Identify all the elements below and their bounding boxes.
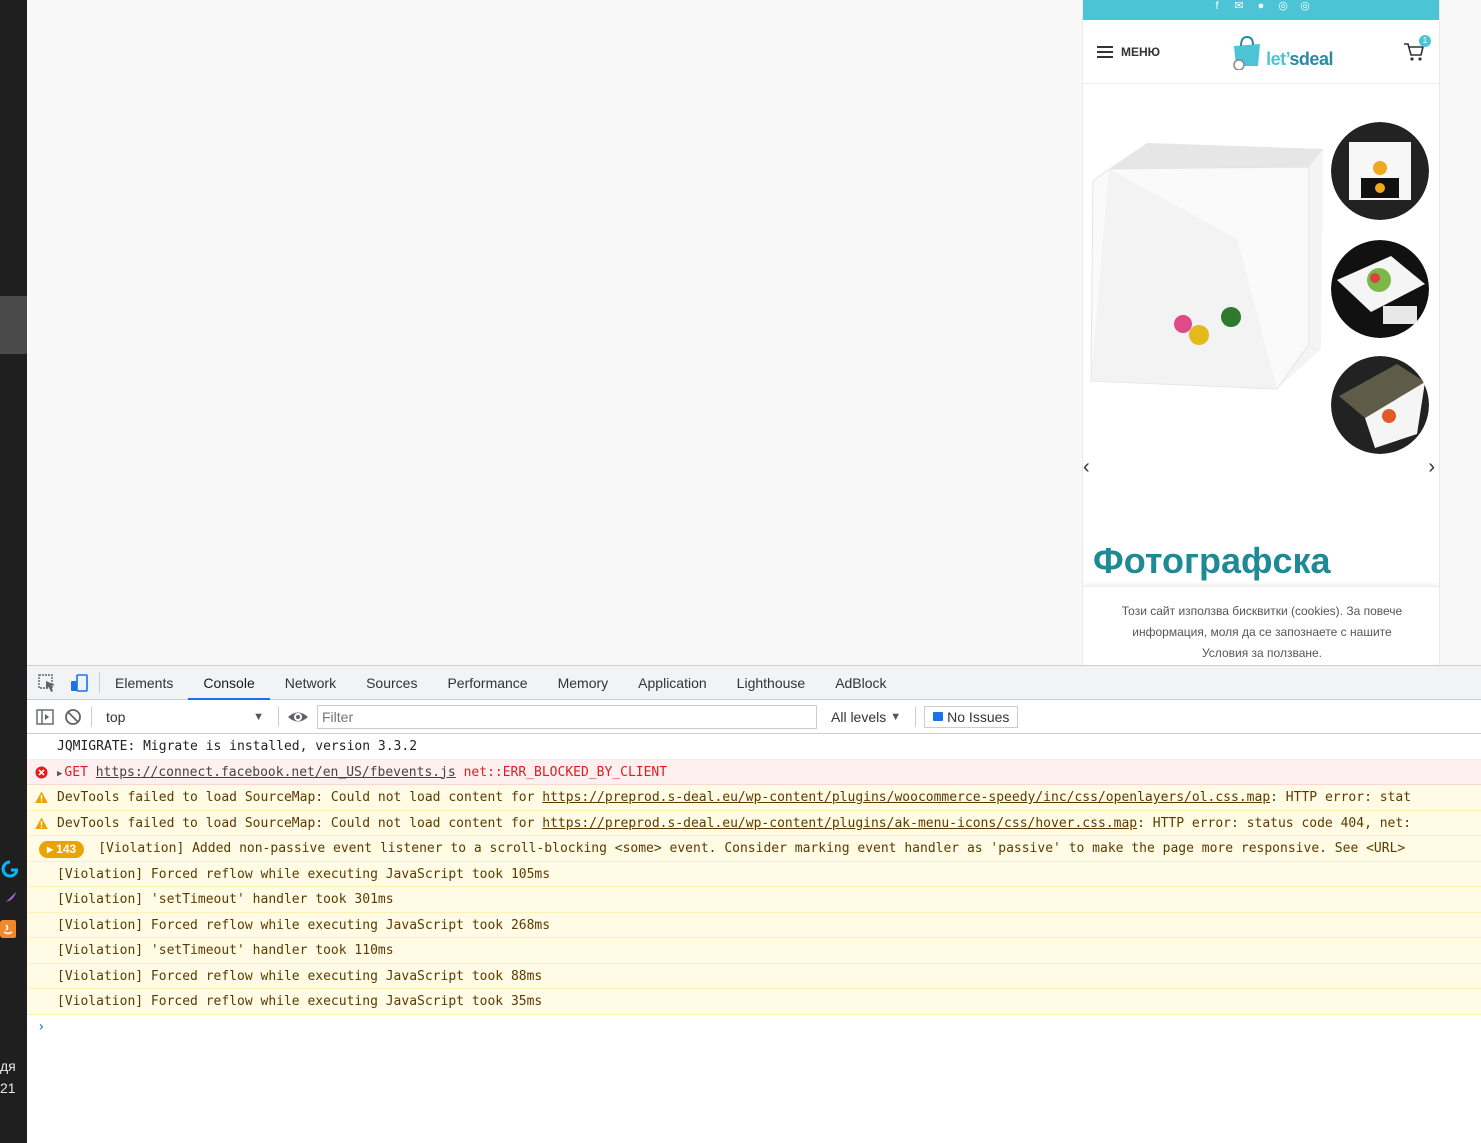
console-warning-message[interactable]: DevTools failed to load SourceMap: Could…: [27, 785, 1481, 811]
warning-prefix: DevTools failed to load SourceMap: Could…: [57, 790, 543, 805]
clear-console-icon[interactable]: [63, 707, 83, 727]
error-icon: [35, 766, 48, 778]
console-violation-message[interactable]: [Violation] Forced reflow while executin…: [27, 912, 1481, 938]
warning-icon: [35, 817, 48, 829]
console-violation-message[interactable]: [Violation] Forced reflow while executin…: [27, 963, 1481, 989]
inspect-element-icon[interactable]: [37, 673, 57, 693]
logo-wordmark: let’sdeal: [1266, 48, 1333, 69]
product-thumbnail-1[interactable]: [1331, 122, 1429, 220]
mobile-site-preview: f ✉ ● ◎ ◎ МЕНЮ let’sdeal 1 ‹ › Фотографс…: [1082, 0, 1440, 665]
page-viewport: f ✉ ● ◎ ◎ МЕНЮ let’sdeal 1 ‹ › Фотографс…: [27, 0, 1481, 665]
warning-suffix: : HTTP error: status code 404, net:: [1137, 815, 1412, 831]
clock-date: 21: [0, 1080, 16, 1096]
log-levels-label: All levels: [831, 708, 887, 725]
tab-memory[interactable]: Memory: [543, 666, 624, 699]
tab-performance[interactable]: Performance: [432, 666, 542, 699]
prompt-chevron-icon: ›: [37, 1018, 46, 1035]
console-violation-message[interactable]: [Violation] 'setTimeout' handler took 11…: [27, 938, 1481, 964]
expand-triangle-icon[interactable]: ▶: [57, 762, 62, 785]
error-prefix: GET: [64, 764, 96, 780]
feather-icon[interactable]: [0, 890, 18, 908]
tab-application[interactable]: Application: [623, 666, 722, 699]
site-logo[interactable]: let’sdeal: [1230, 34, 1333, 70]
tab-lighthouse[interactable]: Lighthouse: [722, 666, 821, 699]
devtools-tools: [27, 672, 100, 693]
email-icon[interactable]: ✉: [1233, 0, 1245, 12]
cart-button[interactable]: 1: [1403, 34, 1431, 63]
menu-button[interactable]: МЕНЮ: [1097, 45, 1160, 59]
violation-text: [Violation] Forced reflow while executin…: [57, 994, 543, 1009]
java-icon[interactable]: [0, 920, 18, 938]
violation-text: [Violation] Forced reflow while executin…: [57, 866, 551, 882]
violation-text: [Violation] Forced reflow while executin…: [57, 968, 543, 984]
screen: дя 21 f ✉ ● ◎ ◎ МЕНЮ let’sdeal 1 ‹ › Фот…: [0, 0, 1481, 1143]
console-warning-message[interactable]: DevTools failed to load SourceMap: Could…: [27, 810, 1481, 836]
product-thumbnail-3[interactable]: [1331, 356, 1429, 454]
live-expression-eye-icon[interactable]: [287, 707, 309, 727]
dropdown-arrow-icon: ▼: [890, 710, 902, 723]
sidebar-toggle-icon[interactable]: [35, 707, 55, 727]
gallery-next-arrow[interactable]: ›: [1428, 456, 1435, 479]
shopping-bag-logo-icon: [1233, 35, 1261, 70]
warning-suffix: : HTTP error: stat: [1270, 790, 1412, 805]
cart-count-badge: 1: [1418, 34, 1431, 47]
error-suffix: net::ERR_BLOCKED_BY_CLIENT: [455, 764, 668, 780]
console-filter-input[interactable]: [317, 704, 817, 729]
clock-weekday: дя: [0, 1058, 16, 1074]
issues-button[interactable]: No Issues: [924, 705, 1019, 728]
warning-prefix: DevTools failed to load SourceMap: Could…: [57, 815, 543, 831]
dropdown-arrow-icon: ▼: [253, 710, 264, 723]
devtools-tabbar: Elements Console Network Sources Perform…: [27, 666, 1481, 700]
violation-text: [Violation] Added non-passive event list…: [98, 841, 1406, 856]
product-thumbnail-2[interactable]: [1331, 240, 1429, 338]
violation-text: [Violation] Forced reflow while executin…: [57, 917, 551, 933]
console-violation-message[interactable]: [Violation] 'setTimeout' handler took 30…: [27, 887, 1481, 913]
devtools-panel: Elements Console Network Sources Perform…: [27, 665, 1481, 1143]
cookie-notice: Този сайт използва бисквитки (cookies). …: [1083, 586, 1439, 665]
expand-triangle-icon: ▶: [47, 845, 54, 854]
log-levels-dropdown[interactable]: All levels ▼: [825, 709, 907, 725]
tab-elements[interactable]: Elements: [100, 666, 188, 699]
console-prompt[interactable]: ›: [27, 1015, 1481, 1039]
console-messages: JQMIGRATE: Migrate is installed, version…: [27, 734, 1481, 1039]
tab-network[interactable]: Network: [270, 666, 351, 699]
facebook-icon[interactable]: f: [1211, 0, 1223, 12]
taskbar-active-app[interactable]: [0, 296, 27, 354]
site-header: МЕНЮ let’sdeal 1: [1083, 20, 1439, 84]
issues-label: No Issues: [947, 708, 1010, 725]
warning-url-link[interactable]: https://preprod.s-deal.eu/wp-content/plu…: [542, 816, 1137, 831]
console-violation-message[interactable]: [Violation] Forced reflow while executin…: [27, 861, 1481, 887]
tab-sources[interactable]: Sources: [351, 666, 432, 699]
message-count-badge[interactable]: ▶ 143: [39, 841, 85, 858]
violation-text: [Violation] 'setTimeout' handler took 30…: [57, 892, 394, 907]
product-gallery: ‹ ›: [1083, 84, 1439, 524]
message-text: JQMIGRATE: Migrate is installed, version…: [57, 739, 418, 754]
tab-adblock[interactable]: AdBlock: [820, 666, 901, 699]
console-toolbar: top ▼ All levels ▼ No Issues: [27, 700, 1481, 734]
pinterest-icon[interactable]: ●: [1255, 0, 1267, 12]
warning-icon: [35, 791, 48, 803]
device-toggle-icon[interactable]: [69, 673, 89, 693]
menu-label: МЕНЮ: [1121, 44, 1161, 59]
social-topbar: f ✉ ● ◎ ◎: [1083, 0, 1439, 20]
console-violation-group[interactable]: ▶ 143 [Violation] Added non-passive event …: [27, 836, 1481, 862]
warning-url-link[interactable]: https://preprod.s-deal.eu/wp-content/plu…: [542, 790, 1270, 805]
context-selector[interactable]: top ▼: [100, 709, 270, 725]
gallery-prev-arrow[interactable]: ‹: [1083, 456, 1090, 479]
product-main-image[interactable]: [1087, 139, 1327, 429]
context-value: top: [106, 708, 126, 725]
error-url-link[interactable]: https://connect.facebook.net/en_US/fbeve…: [96, 765, 456, 780]
hamburger-icon: [1097, 45, 1113, 58]
console-error-message[interactable]: ▶ GET https://connect.facebook.net/en_US/…: [27, 759, 1481, 785]
whatsapp-icon[interactable]: ◎: [1277, 0, 1289, 12]
console-violation-message[interactable]: [Violation] Forced reflow while executin…: [27, 989, 1481, 1015]
tab-console[interactable]: Console: [188, 666, 271, 700]
os-taskbar: дя 21: [0, 0, 27, 1143]
product-title: Фотографска: [1093, 540, 1331, 581]
viber-icon[interactable]: ◎: [1299, 0, 1311, 12]
logitech-icon[interactable]: [0, 860, 18, 878]
issues-flag-icon: [933, 712, 944, 721]
violation-text: [Violation] 'setTimeout' handler took 11…: [57, 943, 394, 958]
console-message[interactable]: JQMIGRATE: Migrate is installed, version…: [27, 734, 1481, 760]
